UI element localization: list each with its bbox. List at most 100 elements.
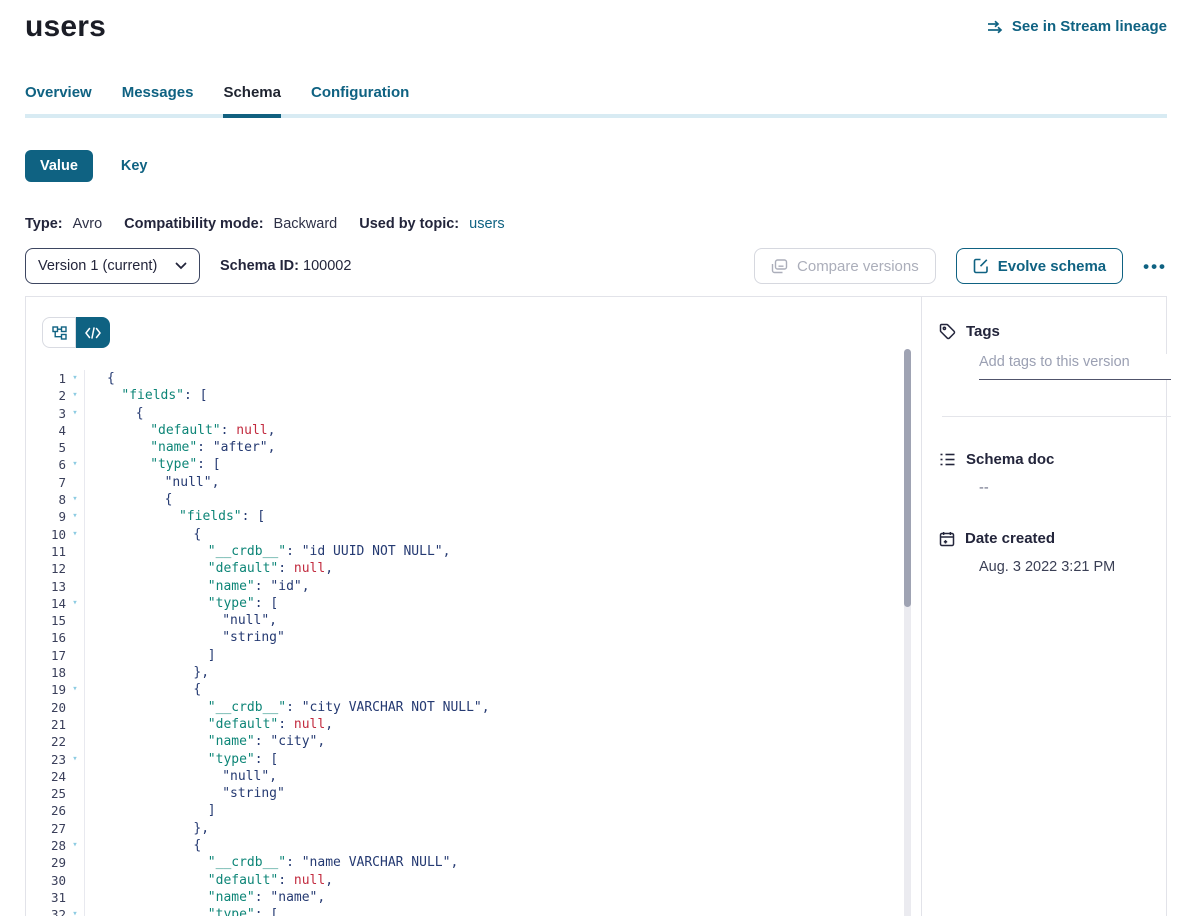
fold-spacer xyxy=(66,802,85,819)
line-number: 16 xyxy=(26,629,66,646)
fold-toggle-icon[interactable]: ▾ xyxy=(66,595,85,612)
schema-sidebar: Tags Schema doc xyxy=(921,297,1187,916)
schema-doc-section: Schema doc -- xyxy=(939,451,1171,496)
fold-toggle-icon[interactable]: ▾ xyxy=(66,370,85,387)
code-line: 6▾"type": [ xyxy=(26,456,921,473)
value-toggle-button[interactable]: Value xyxy=(25,150,93,182)
line-number: 27 xyxy=(26,820,66,837)
code-line: 9▾"fields": [ xyxy=(26,508,921,525)
editor-scrollbar-track[interactable] xyxy=(904,349,911,916)
fold-spacer xyxy=(66,716,85,733)
compare-versions-button[interactable]: Compare versions xyxy=(754,248,936,284)
tab-overview[interactable]: Overview xyxy=(25,84,92,118)
code-text: ] xyxy=(85,802,921,819)
code-text: ] xyxy=(85,647,921,664)
code-text: "name": "after", xyxy=(85,439,921,456)
code-line: 28▾{ xyxy=(26,837,921,854)
code-line: 29"__crdb__": "name VARCHAR NULL", xyxy=(26,854,921,871)
code-text: "type": [ xyxy=(85,906,921,916)
line-number: 14 xyxy=(26,595,66,612)
line-number: 7 xyxy=(26,474,66,491)
code-text: "string" xyxy=(85,785,921,802)
code-line: 14▾"type": [ xyxy=(26,595,921,612)
fold-toggle-icon[interactable]: ▾ xyxy=(66,751,85,768)
line-number: 26 xyxy=(26,802,66,819)
fold-toggle-icon[interactable]: ▾ xyxy=(66,837,85,854)
code-text: "default": null, xyxy=(85,872,921,889)
line-number: 8 xyxy=(26,491,66,508)
code-line: 21"default": null, xyxy=(26,716,921,733)
code-text: "type": [ xyxy=(85,751,921,768)
date-created-section: Date created Aug. 3 2022 3:21 PM xyxy=(939,530,1171,575)
tab-bar: Overview Messages Schema Configuration xyxy=(25,84,1167,118)
line-number: 15 xyxy=(26,612,66,629)
line-number: 6 xyxy=(26,456,66,473)
tab-schema[interactable]: Schema xyxy=(223,84,281,118)
fold-toggle-icon[interactable]: ▾ xyxy=(66,387,85,404)
code-text: }, xyxy=(85,820,921,837)
code-line: 25"string" xyxy=(26,785,921,802)
compatibility-value: Backward xyxy=(274,216,338,232)
code-view-icon xyxy=(85,327,101,339)
stream-lineage-icon xyxy=(987,19,1005,35)
fold-toggle-icon[interactable]: ▾ xyxy=(66,456,85,473)
code-text: { xyxy=(85,681,921,698)
chevron-down-icon xyxy=(175,262,187,270)
line-number: 30 xyxy=(26,872,66,889)
tree-view-button[interactable] xyxy=(42,317,76,348)
see-in-stream-lineage-link[interactable]: See in Stream lineage xyxy=(987,18,1167,35)
date-created-value: Aug. 3 2022 3:21 PM xyxy=(979,559,1171,575)
tabs-container: Overview Messages Schema Configuration xyxy=(25,84,1167,118)
version-select[interactable]: Version 1 (current) xyxy=(25,248,200,284)
edit-icon xyxy=(973,258,989,274)
fold-spacer xyxy=(66,543,85,560)
code-line: 3▾{ xyxy=(26,405,921,422)
code-text: "__crdb__": "name VARCHAR NULL", xyxy=(85,854,921,871)
fold-toggle-icon[interactable]: ▾ xyxy=(66,681,85,698)
code-text: "name": "name", xyxy=(85,889,921,906)
schema-id-value: 100002 xyxy=(303,258,351,274)
fold-spacer xyxy=(66,560,85,577)
line-number: 3 xyxy=(26,405,66,422)
code-line: 27}, xyxy=(26,820,921,837)
add-tags-input[interactable] xyxy=(979,354,1171,380)
code-text: "fields": [ xyxy=(85,508,921,525)
code-line: 15"null", xyxy=(26,612,921,629)
line-number: 11 xyxy=(26,543,66,560)
fold-toggle-icon[interactable]: ▾ xyxy=(66,906,85,916)
code-view-button[interactable] xyxy=(76,317,110,348)
editor-scrollbar-thumb[interactable] xyxy=(904,349,911,607)
fold-spacer xyxy=(66,854,85,871)
schema-controls-row: Version 1 (current) Schema ID: 100002 xyxy=(25,248,1167,284)
tab-configuration[interactable]: Configuration xyxy=(311,84,409,118)
code-line: 20"__crdb__": "city VARCHAR NOT NULL", xyxy=(26,699,921,716)
line-number: 23 xyxy=(26,751,66,768)
fold-spacer xyxy=(66,578,85,595)
used-by-topic-link[interactable]: users xyxy=(469,216,504,232)
code-line: 30 "default": null, xyxy=(26,872,921,889)
fold-spacer xyxy=(66,785,85,802)
tab-messages[interactable]: Messages xyxy=(122,84,194,118)
code-text: "fields": [ xyxy=(85,387,921,404)
evolve-schema-button[interactable]: Evolve schema xyxy=(956,248,1123,284)
date-created-heading: Date created xyxy=(965,530,1055,547)
fold-spacer xyxy=(66,612,85,629)
fold-toggle-icon[interactable]: ▾ xyxy=(66,508,85,525)
code-line: 24"null", xyxy=(26,768,921,785)
code-line: 31"name": "name", xyxy=(26,889,921,906)
code-line: 12"default": null, xyxy=(26,560,921,577)
fold-toggle-icon[interactable]: ▾ xyxy=(66,491,85,508)
fold-toggle-icon[interactable]: ▾ xyxy=(66,405,85,422)
fold-spacer xyxy=(66,629,85,646)
line-number: 21 xyxy=(26,716,66,733)
fold-spacer xyxy=(66,820,85,837)
used-by-topic-label: Used by topic: xyxy=(359,216,459,232)
line-number: 5 xyxy=(26,439,66,456)
code-line: 32▾"type": [ xyxy=(26,906,921,916)
value-key-toggle: Value Key xyxy=(25,150,1167,182)
schema-content-panel: 1▾{2▾"fields": [3▾{4"default": null,5"na… xyxy=(25,296,1167,916)
key-toggle-button[interactable]: Key xyxy=(121,158,148,174)
fold-toggle-icon[interactable]: ▾ xyxy=(66,526,85,543)
more-options-button[interactable]: ••• xyxy=(1143,258,1167,275)
code-line: 4"default": null, xyxy=(26,422,921,439)
